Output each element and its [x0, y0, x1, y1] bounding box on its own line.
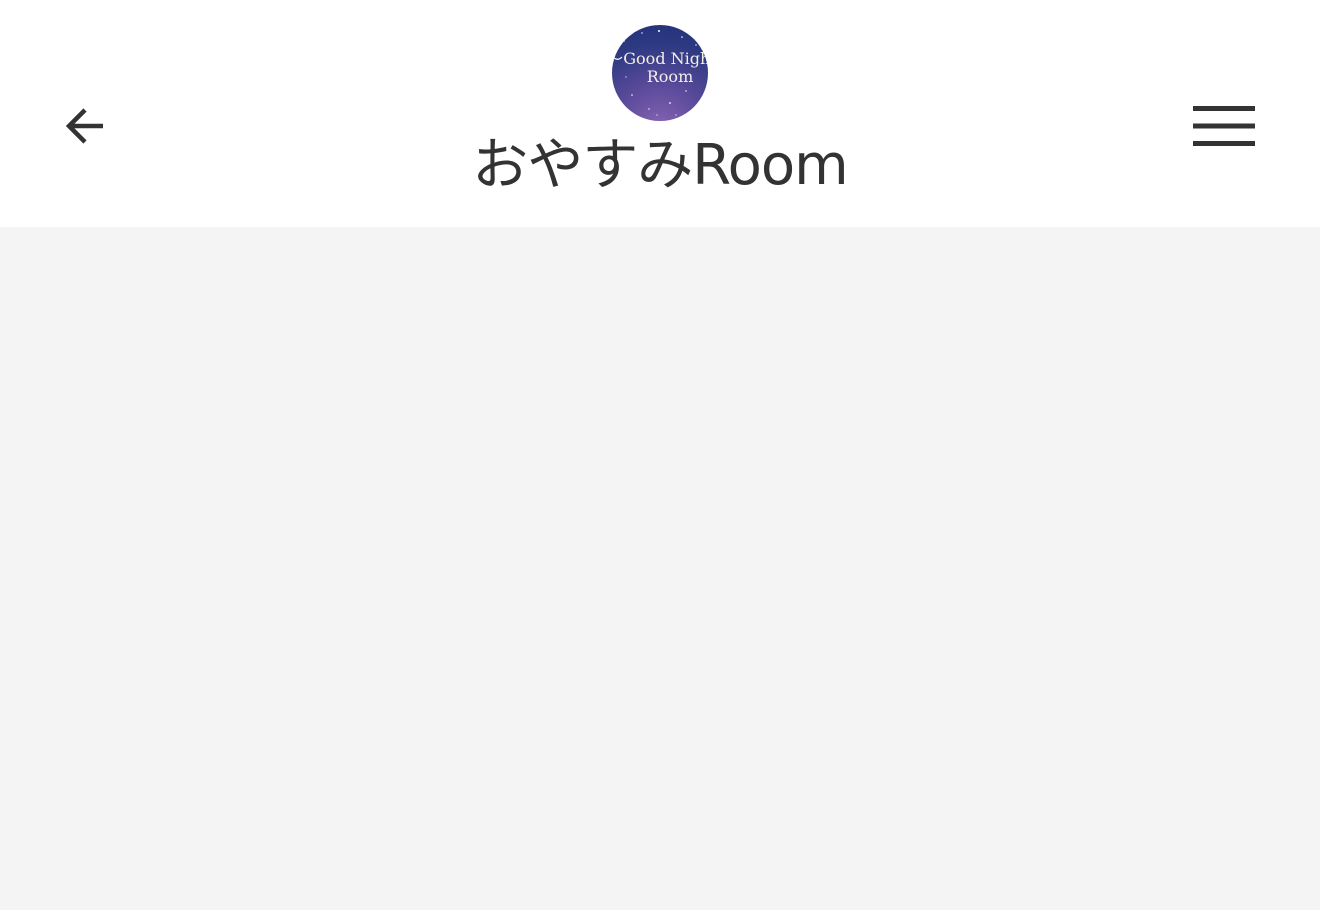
avatar-line-2: Room: [646, 67, 694, 86]
back-button[interactable]: [52, 96, 116, 156]
room-avatar: Good Night Room: [612, 25, 708, 121]
page-title: おやすみRoom: [472, 133, 848, 198]
app-header: Good Night Room おやすみRoom: [0, 0, 1320, 227]
content-area: [0, 227, 1320, 910]
avatar-logo-text: Good Night Room: [612, 50, 708, 86]
menu-button[interactable]: [1188, 96, 1260, 156]
hamburger-menu-icon: [1193, 106, 1255, 146]
arrow-left-icon: [65, 108, 103, 144]
avatar-line-1: Good Night: [623, 49, 708, 68]
